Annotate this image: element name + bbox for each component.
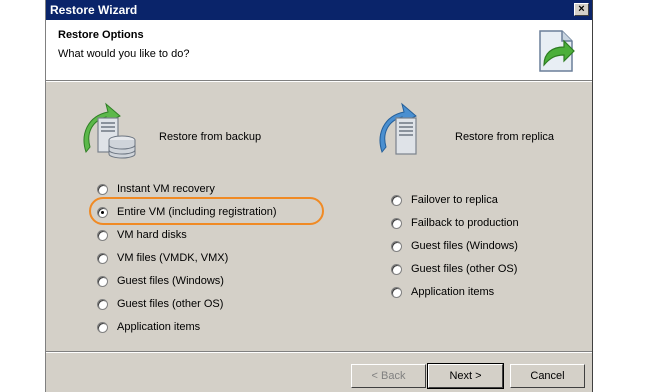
radio-label: Application items [117,321,201,333]
radio-button[interactable] [97,183,108,195]
radio-label: VM files (VMDK, VMX) [117,252,229,264]
title-bar[interactable]: Restore Wizard × [46,0,592,20]
radio-label: Failover to replica [411,194,498,206]
restore-wizard-icon [539,30,575,72]
radio-label: Guest files (other OS) [411,263,518,275]
radio-instant-vm-recovery[interactable]: Instant VM recovery [97,181,215,197]
radio-vm-hard-disks[interactable]: VM hard disks [97,227,187,243]
radio-button[interactable] [391,263,402,275]
radio-replica-application-items[interactable]: Application items [391,284,494,300]
backup-group-label: Restore from backup [159,131,262,143]
radio-button[interactable] [97,229,108,241]
radio-label: Application items [411,286,495,298]
header-title: Restore Options [58,29,144,41]
radio-label: Instant VM recovery [117,183,215,195]
radio-replica-guest-files-windows[interactable]: Guest files (Windows) [391,238,518,254]
next-button[interactable]: Next > [427,363,504,389]
radio-button[interactable] [97,298,108,310]
close-button[interactable]: × [574,3,589,16]
close-icon: × [578,3,585,15]
radio-button[interactable] [97,275,108,287]
radio-failback-to-production[interactable]: Failback to production [391,215,519,231]
radio-application-items[interactable]: Application items [97,319,200,335]
backup-server-database-icon [83,102,136,159]
radio-button[interactable] [391,194,402,206]
radio-failover-to-replica[interactable]: Failover to replica [391,192,498,208]
restore-wizard-window: Restore Wizard × Restore Options What wo… [45,0,593,392]
radio-guest-files-other-os[interactable]: Guest files (other OS) [97,296,223,312]
radio-button[interactable] [391,286,402,298]
radio-label: Guest files (Windows) [411,240,518,252]
window-title: Restore Wizard [50,3,138,17]
radio-replica-guest-files-other-os[interactable]: Guest files (other OS) [391,261,517,277]
radio-label: Failback to production [411,217,519,229]
radio-label: Guest files (other OS) [117,298,224,310]
replica-server-icon [379,102,417,155]
radio-label: Guest files (Windows) [117,275,224,287]
back-button[interactable]: < Back [351,364,426,388]
radio-button[interactable] [97,321,108,333]
radio-label: VM hard disks [117,229,187,241]
radio-button[interactable] [391,240,402,252]
cancel-button[interactable]: Cancel [510,364,585,388]
radio-guest-files-windows[interactable]: Guest files (Windows) [97,273,224,289]
header-divider [46,81,592,82]
header-subtitle: What would you like to do? [58,48,190,60]
replica-group-label: Restore from replica [455,131,555,143]
radio-label: Entire VM (including registration) [117,206,277,218]
radio-button[interactable] [97,252,108,264]
radio-entire-vm[interactable]: Entire VM (including registration) [97,204,277,220]
wizard-header: Restore Options What would you like to d… [46,20,592,81]
radio-vm-files[interactable]: VM files (VMDK, VMX) [97,250,228,266]
radio-button-checked[interactable] [97,206,108,218]
footer-divider-highlight [46,352,592,353]
radio-button[interactable] [391,217,402,229]
